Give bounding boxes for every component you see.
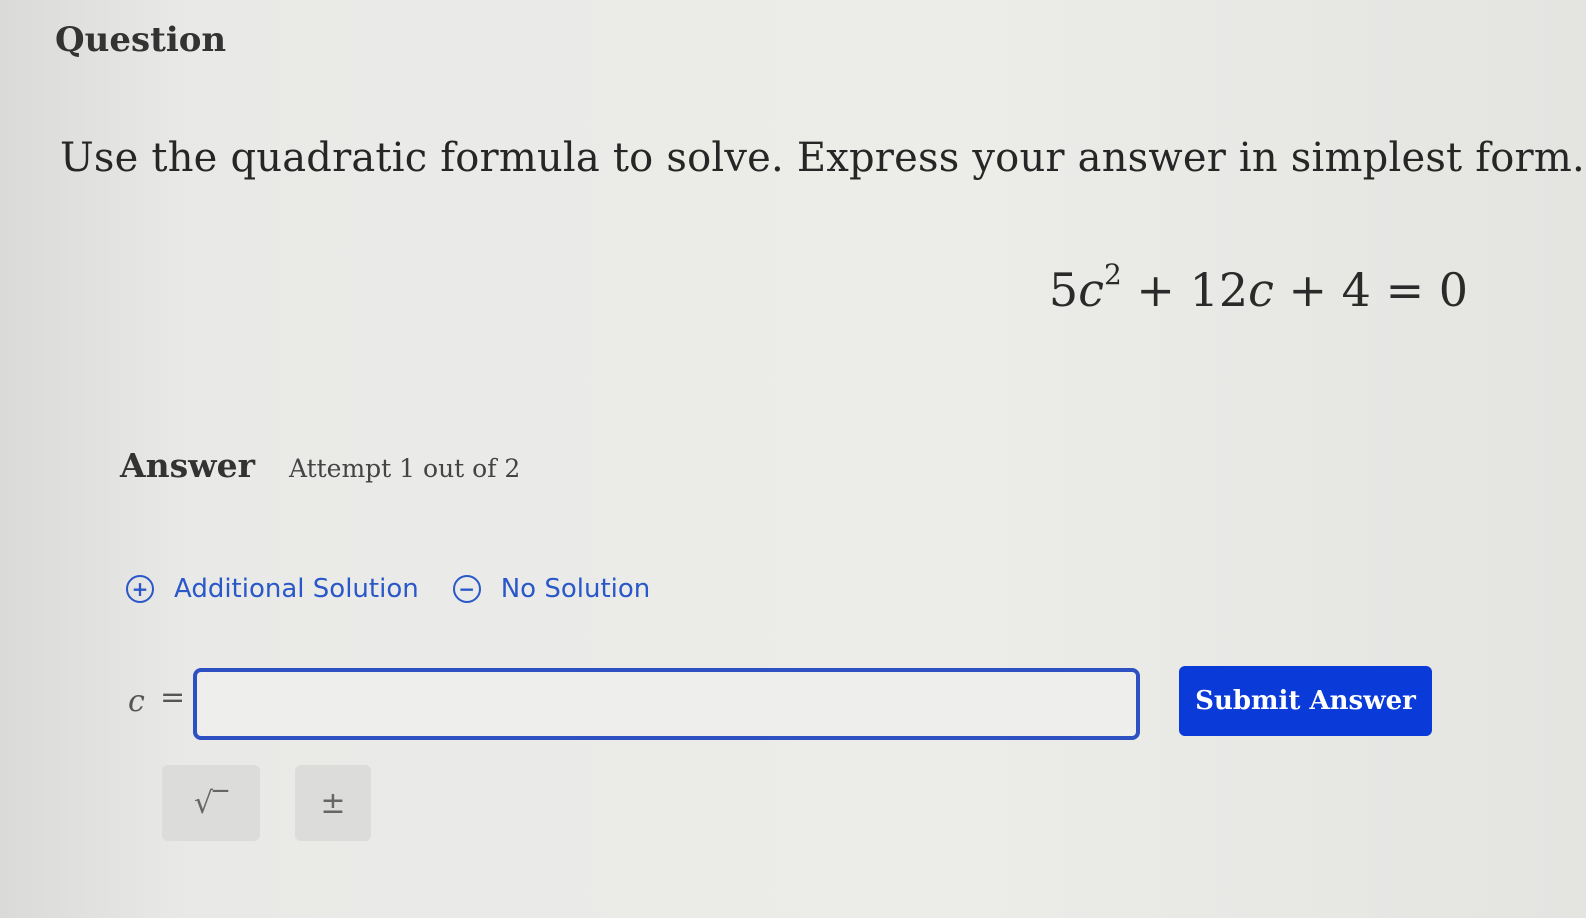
square-root-button[interactable]: √‾ bbox=[162, 765, 260, 841]
attempt-counter: Attempt 1 out of 2 bbox=[288, 454, 521, 483]
equation-exponent: 2 bbox=[1103, 258, 1122, 291]
answer-equals-sign: = bbox=[160, 680, 186, 715]
additional-solution-button[interactable]: + Additional Solution bbox=[126, 574, 419, 604]
equation-middle-term: + 12 bbox=[1121, 263, 1249, 317]
answer-variable-label: c bbox=[128, 684, 145, 719]
equation-variable: c bbox=[1078, 263, 1104, 317]
square-root-icon: √‾ bbox=[193, 785, 229, 821]
submit-answer-button[interactable]: Submit Answer bbox=[1179, 666, 1432, 736]
plus-minus-icon: ± bbox=[320, 785, 346, 821]
quadratic-equation: 5c2 + 12c + 4 = 0 bbox=[1049, 258, 1468, 317]
equation-tail: + 4 = 0 bbox=[1273, 263, 1469, 317]
answer-input[interactable] bbox=[193, 668, 1140, 740]
minus-circle-icon: − bbox=[452, 575, 481, 603]
question-prompt: Use the quadratic formula to solve. Expr… bbox=[60, 135, 1585, 181]
question-page: Question Use the quadratic formula to so… bbox=[0, 0, 1586, 918]
no-solution-button[interactable]: − No Solution bbox=[452, 574, 651, 604]
question-heading: Question bbox=[55, 20, 227, 60]
equation-coefficient-a: 5 bbox=[1048, 263, 1079, 317]
plus-minus-button[interactable]: ± bbox=[295, 765, 371, 841]
solution-options: + Additional Solution − No Solution bbox=[126, 574, 650, 604]
additional-solution-label: Additional Solution bbox=[174, 574, 419, 604]
answer-header: Answer Attempt 1 out of 2 bbox=[120, 446, 520, 485]
plus-circle-icon: + bbox=[126, 575, 154, 603]
answer-label: Answer bbox=[120, 446, 255, 485]
no-solution-label: No Solution bbox=[500, 574, 651, 604]
equation-variable-2: c bbox=[1248, 263, 1274, 317]
